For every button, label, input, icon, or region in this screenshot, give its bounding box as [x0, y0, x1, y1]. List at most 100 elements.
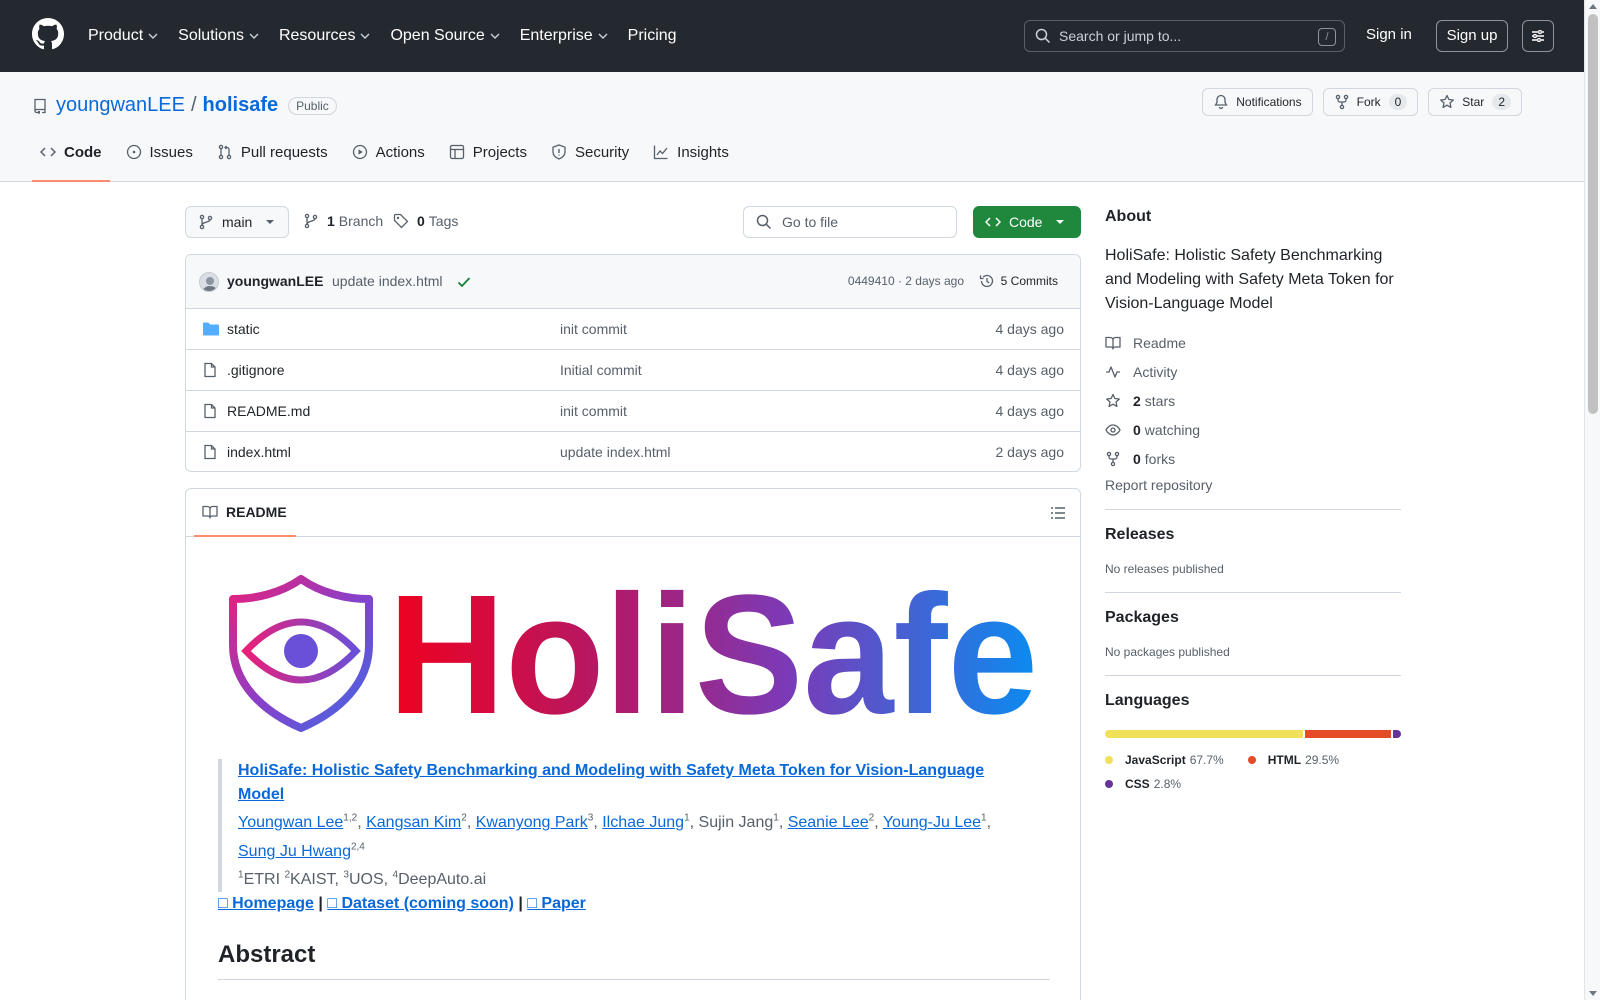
language-item[interactable]: CSS 2.8% — [1105, 772, 1181, 796]
file-row[interactable]: .gitignore Initial commit 4 days ago — [186, 350, 1080, 391]
report-repository-link[interactable]: Report repository — [1105, 477, 1401, 493]
go-to-file-input[interactable]: Go to file — [743, 206, 957, 238]
author-link[interactable]: Sung Ju Hwang — [238, 843, 351, 860]
chevron-down-icon — [249, 33, 259, 39]
branch-icon — [199, 214, 213, 230]
file-name-link[interactable]: .gitignore — [227, 362, 285, 378]
nav-enterprise[interactable]: Enterprise — [520, 27, 608, 45]
tab-pull-requests[interactable]: Pull requests — [209, 144, 336, 182]
tab-security[interactable]: Security — [543, 144, 637, 182]
nav-product[interactable]: Product — [88, 27, 158, 45]
repo-owner-link[interactable]: youngwanLEE — [56, 94, 185, 117]
file-row[interactable]: README.md init commit 4 days ago — [186, 391, 1080, 432]
pulse-icon — [1106, 365, 1120, 378]
readme-tab[interactable]: README — [194, 489, 296, 537]
notifications-button[interactable]: Notifications — [1202, 88, 1313, 116]
author-link[interactable]: Seanie Lee — [788, 814, 869, 831]
file-commit-link[interactable]: init commit — [560, 321, 627, 337]
nav-pricing[interactable]: Pricing — [628, 27, 677, 45]
fork-button[interactable]: Fork 0 — [1322, 88, 1419, 116]
paper-link[interactable]: □ Paper — [527, 895, 586, 912]
tab-insights[interactable]: Insights — [645, 144, 737, 182]
code-icon — [40, 147, 56, 157]
tab-code[interactable]: Code — [32, 144, 110, 182]
sign-in-link[interactable]: Sign in — [1366, 26, 1412, 43]
tab-issues[interactable]: Issues — [118, 144, 201, 182]
readme-header: README — [186, 489, 1080, 537]
homepage-link[interactable]: □ Homepage — [218, 895, 314, 912]
branches-link[interactable]: 1 Branch — [303, 213, 383, 229]
github-logo-icon[interactable] — [32, 18, 64, 50]
star-button[interactable]: Star 2 — [1428, 88, 1522, 116]
code-dropdown-button[interactable]: Code — [973, 206, 1081, 238]
page-scrollbar[interactable] — [1584, 0, 1600, 1000]
tab-projects[interactable]: Projects — [441, 144, 535, 182]
file-commit-link[interactable]: init commit — [560, 403, 627, 419]
about-stats: Readme Activity 2 stars 0 watching 0 forks — [1105, 328, 1401, 473]
author-name: Sujin Jang — [698, 814, 774, 832]
author-link[interactable]: Kangsan Kim — [366, 814, 461, 831]
stars-link[interactable]: 2 stars — [1105, 386, 1401, 415]
eye-icon — [1105, 423, 1121, 436]
fork-count: 0 — [1388, 94, 1408, 110]
tab-actions[interactable]: Actions — [344, 144, 433, 182]
languages-heading: Languages — [1105, 692, 1190, 709]
affiliations-line: 1ETRI 2KAIST, 3UOS, 4DeepAuto.ai — [238, 869, 487, 888]
releases-heading[interactable]: Releases — [1105, 526, 1401, 544]
readme-link[interactable]: Readme — [1105, 328, 1401, 357]
file-row[interactable]: index.html update index.html 2 days ago — [186, 432, 1080, 471]
author-link[interactable]: Young-Ju Lee — [883, 814, 981, 831]
paper-title-link[interactable]: HoliSafe: Holistic Safety Benchmarking a… — [238, 762, 984, 803]
language-item[interactable]: HTML 29.5% — [1247, 748, 1339, 772]
nav-resources[interactable]: Resources — [279, 27, 370, 45]
branch-selector[interactable]: main — [185, 206, 289, 238]
visibility-badge: Public — [288, 96, 337, 115]
commits-history-link[interactable]: 5 Commits — [979, 273, 1058, 289]
global-search-input[interactable]: Search or jump to... / — [1024, 20, 1345, 52]
packages-section: Packages No packages published — [1105, 592, 1401, 659]
file-browser: youngwanLEE update index.html 0449410 · … — [185, 254, 1081, 472]
file-name-link[interactable]: static — [227, 321, 260, 337]
pull-request-icon — [218, 144, 232, 160]
repo-tabs: Code Issues Pull requests Actions Projec… — [32, 144, 745, 182]
nav-solutions[interactable]: Solutions — [178, 27, 259, 45]
commit-hash-time[interactable]: 0449410 · 2 days ago — [848, 274, 964, 288]
author-link[interactable]: Kwanyong Park — [476, 814, 588, 831]
scroll-down-arrow[interactable] — [1589, 991, 1597, 996]
forks-link[interactable]: 0 forks — [1105, 444, 1401, 473]
language-item[interactable]: JavaScript 67.7% — [1105, 748, 1224, 772]
author-link[interactable]: Youngwan Lee — [238, 814, 343, 831]
book-icon — [1105, 336, 1121, 350]
file-commit-link[interactable]: update index.html — [560, 444, 671, 460]
author-link[interactable]: Ilchae Jung — [602, 814, 684, 831]
scroll-thumb[interactable] — [1588, 14, 1598, 414]
repo-name-link[interactable]: holisafe — [203, 94, 279, 117]
commit-author-link[interactable]: youngwanLEE — [227, 273, 323, 289]
header-menu-button[interactable] — [1522, 20, 1554, 52]
avatar[interactable] — [199, 272, 219, 292]
avatar-person-icon — [202, 277, 218, 291]
watching-link[interactable]: 0 watching — [1105, 415, 1401, 444]
check-icon[interactable] — [456, 274, 472, 290]
holisafe-wordmark: HoliSafe — [388, 573, 1038, 733]
scroll-up-arrow[interactable] — [1589, 4, 1597, 9]
dataset-link[interactable]: □ Dataset (coming soon) — [327, 895, 514, 912]
repo-path-separator: / — [190, 94, 197, 116]
file-commit-link[interactable]: Initial commit — [560, 362, 642, 378]
file-name-link[interactable]: index.html — [227, 444, 291, 460]
language-color-dot — [1105, 756, 1113, 764]
activity-link[interactable]: Activity — [1105, 357, 1401, 386]
file-row[interactable]: static init commit 4 days ago — [186, 309, 1080, 350]
history-icon — [979, 274, 993, 288]
caret-down-icon — [1056, 220, 1065, 224]
tags-link[interactable]: 0 Tags — [393, 213, 458, 229]
chevron-down-icon — [490, 33, 500, 39]
file-name-link[interactable]: README.md — [227, 403, 310, 419]
nav-open-source[interactable]: Open Source — [390, 27, 500, 45]
sign-up-button[interactable]: Sign up — [1436, 20, 1508, 52]
commit-message-link[interactable]: update index.html — [332, 273, 443, 289]
file-time: 2 days ago — [995, 444, 1065, 460]
language-bar-segment — [1105, 730, 1304, 738]
table-of-contents-icon[interactable] — [1050, 505, 1066, 521]
packages-heading[interactable]: Packages — [1105, 609, 1401, 627]
